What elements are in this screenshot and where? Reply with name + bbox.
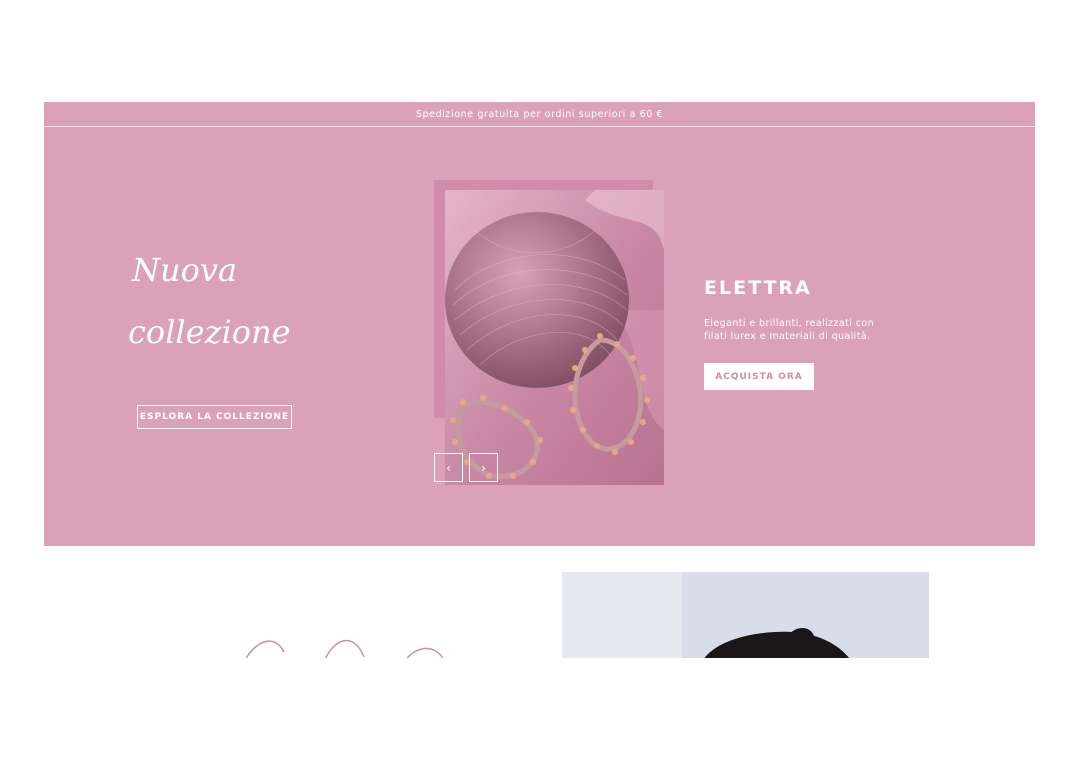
- shop-now-button[interactable]: ACQUISTA ORA: [704, 363, 814, 390]
- carousel-prev-button[interactable]: ‹: [434, 453, 463, 482]
- explore-collection-button[interactable]: ESPLORA LA COLLEZIONE: [137, 405, 292, 429]
- hero-section: Nuova collezione ESPLORA LA COLLEZIONE ‹…: [44, 127, 1035, 546]
- collection-script-title: Nuova collezione: [128, 239, 332, 363]
- section-script-heading-partial: [194, 622, 514, 658]
- earrings-photo: [445, 190, 664, 485]
- chevron-right-icon: ›: [481, 460, 486, 475]
- product-image: [445, 190, 664, 485]
- browser-viewport: Spedizione gratuita per ordini superiori…: [44, 102, 1035, 658]
- announcement-text: Spedizione gratuita per ordini superiori…: [415, 108, 664, 120]
- carousel-next-button[interactable]: ›: [469, 453, 498, 482]
- script-title-line-2: collezione: [128, 313, 291, 351]
- announcement-bar: Spedizione gratuita per ordini superiori…: [44, 102, 1035, 127]
- product-title: ELETTRA: [704, 277, 812, 299]
- chevron-left-icon: ‹: [446, 460, 451, 475]
- script-title-line-1: Nuova: [132, 251, 238, 289]
- model-photo: [562, 572, 929, 658]
- product-description: Eleganti e brillanti, realizzati con fil…: [704, 318, 874, 342]
